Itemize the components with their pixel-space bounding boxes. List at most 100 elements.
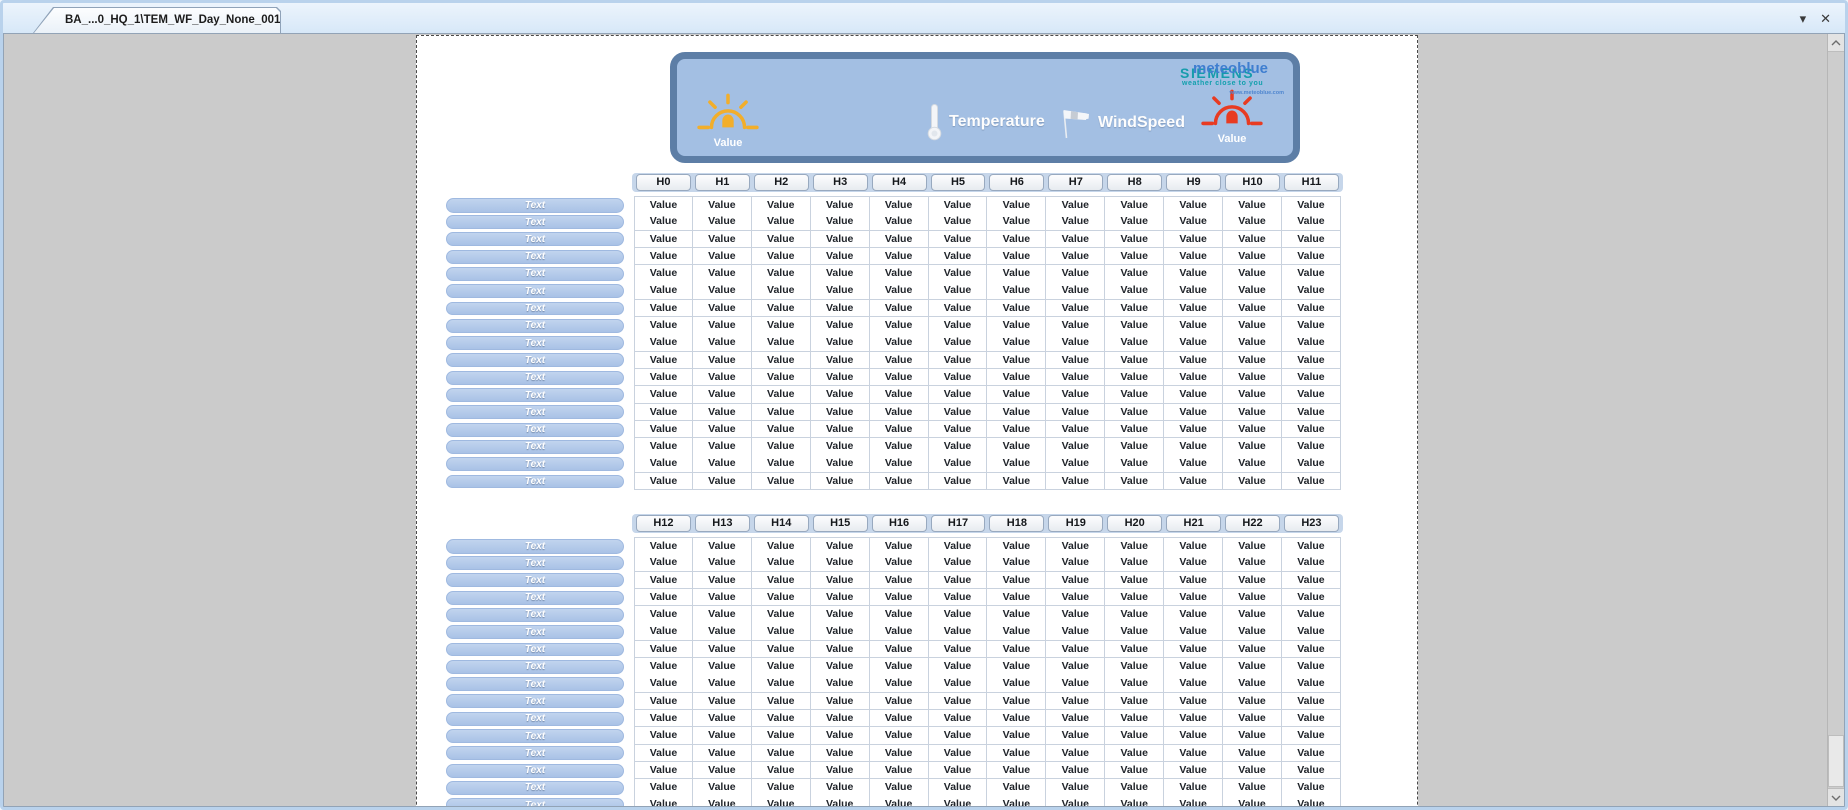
value-cell: Value — [1164, 554, 1223, 572]
value-cell: Value — [752, 369, 811, 387]
value-cell: Value — [634, 196, 693, 215]
table-row: TextValueValueValueValueValueValueValueV… — [446, 196, 1341, 213]
value-cell: Value — [811, 369, 870, 387]
value-cell: Value — [693, 213, 752, 231]
value-cell: Value — [987, 421, 1046, 439]
tab-close-icon[interactable]: ✕ — [320, 14, 330, 26]
value-cell: Value — [1105, 589, 1164, 607]
row-label-pill: Text — [446, 405, 624, 419]
value-cell: Value — [929, 537, 988, 556]
value-cell: Value — [1223, 796, 1282, 806]
column-header: H8 — [1107, 174, 1162, 191]
value-cell: Value — [693, 796, 752, 806]
value-cell: Value — [1282, 745, 1341, 763]
value-cell: Value — [1164, 386, 1223, 404]
row-label-pill: Text — [446, 625, 624, 639]
value-cell: Value — [1046, 248, 1105, 266]
value-cell: Value — [634, 589, 693, 607]
scrollbar-thumb[interactable] — [1828, 735, 1844, 787]
value-cell: Value — [870, 537, 929, 556]
value-cell: Value — [1105, 779, 1164, 797]
column-header: H2 — [754, 174, 809, 191]
chevron-up-icon — [1831, 40, 1841, 46]
value-cell: Value — [634, 572, 693, 590]
value-cell: Value — [752, 623, 811, 641]
value-cell: Value — [1046, 213, 1105, 231]
vertical-scrollbar[interactable] — [1827, 34, 1844, 806]
tab-title: BA_...0_HQ_1\TEM_WF_Day_None_001_150 — [65, 14, 306, 26]
value-cell: Value — [1223, 334, 1282, 352]
value-cell: Value — [752, 455, 811, 473]
value-cell: Value — [811, 727, 870, 745]
value-cell: Value — [752, 554, 811, 572]
value-cell: Value — [811, 300, 870, 318]
table-row: TextValueValueValueValueValueValueValueV… — [446, 710, 1341, 727]
table-row: TextValueValueValueValueValueValueValueV… — [446, 675, 1341, 692]
value-cell: Value — [1223, 317, 1282, 335]
row-label-pill: Text — [446, 573, 624, 587]
value-cell: Value — [929, 641, 988, 659]
value-cell: Value — [1105, 282, 1164, 300]
value-cell: Value — [811, 438, 870, 456]
tab-list-dropdown-icon[interactable]: ▾ — [1800, 12, 1807, 25]
value-cell: Value — [1164, 404, 1223, 422]
value-cell: Value — [752, 572, 811, 590]
value-cell: Value — [1164, 762, 1223, 780]
value-cell: Value — [987, 606, 1046, 624]
value-cell: Value — [1164, 537, 1223, 556]
value-cell: Value — [929, 248, 988, 266]
table-row: TextValueValueValueValueValueValueValueV… — [446, 745, 1341, 762]
value-cell: Value — [1223, 438, 1282, 456]
row-label-pill: Text — [446, 729, 624, 743]
value-cell: Value — [693, 455, 752, 473]
value-cell: Value — [987, 589, 1046, 607]
value-cell: Value — [634, 693, 693, 711]
report-page: Value Temperature — [416, 35, 1418, 806]
value-cell: Value — [811, 282, 870, 300]
value-cell: Value — [870, 369, 929, 387]
value-cell: Value — [870, 727, 929, 745]
value-cell: Value — [693, 710, 752, 728]
value-cell: Value — [870, 386, 929, 404]
row-label-pill: Text — [446, 591, 624, 605]
value-cell: Value — [1105, 404, 1164, 422]
value-cell: Value — [811, 421, 870, 439]
value-cell: Value — [1046, 606, 1105, 624]
value-cell: Value — [987, 623, 1046, 641]
value-cell: Value — [1282, 369, 1341, 387]
column-header: H10 — [1225, 174, 1280, 191]
value-cell: Value — [870, 675, 929, 693]
value-cell: Value — [1282, 438, 1341, 456]
column-header: H7 — [1048, 174, 1103, 191]
value-cell: Value — [929, 421, 988, 439]
table-row: TextValueValueValueValueValueValueValueV… — [446, 282, 1341, 299]
value-cell: Value — [1046, 796, 1105, 806]
scroll-up-button[interactable] — [1828, 34, 1844, 52]
document-tab[interactable]: BA_...0_HQ_1\TEM_WF_Day_None_001_150 ✕ — [33, 7, 281, 33]
value-cell: Value — [752, 537, 811, 556]
value-cell: Value — [1282, 779, 1341, 797]
value-cell: Value — [929, 606, 988, 624]
value-cell: Value — [987, 473, 1046, 491]
value-cell: Value — [1282, 606, 1341, 624]
value-cell: Value — [1282, 796, 1341, 806]
value-cell: Value — [987, 745, 1046, 763]
value-cell: Value — [693, 317, 752, 335]
table-row: TextValueValueValueValueValueValueValueV… — [446, 352, 1341, 369]
value-cell: Value — [987, 317, 1046, 335]
value-cell: Value — [634, 641, 693, 659]
close-icon[interactable]: ✕ — [1820, 12, 1831, 25]
row-label-pill: Text — [446, 694, 624, 708]
value-cell: Value — [870, 421, 929, 439]
value-cell: Value — [1105, 386, 1164, 404]
table-row: TextValueValueValueValueValueValueValueV… — [446, 455, 1341, 472]
value-cell: Value — [1046, 745, 1105, 763]
value-cell: Value — [870, 438, 929, 456]
value-cell: Value — [1046, 352, 1105, 370]
value-cell: Value — [929, 727, 988, 745]
value-cell: Value — [987, 762, 1046, 780]
value-cell: Value — [752, 762, 811, 780]
value-cell: Value — [1164, 779, 1223, 797]
column-header: H18 — [989, 515, 1044, 532]
scroll-down-button[interactable] — [1828, 788, 1844, 806]
